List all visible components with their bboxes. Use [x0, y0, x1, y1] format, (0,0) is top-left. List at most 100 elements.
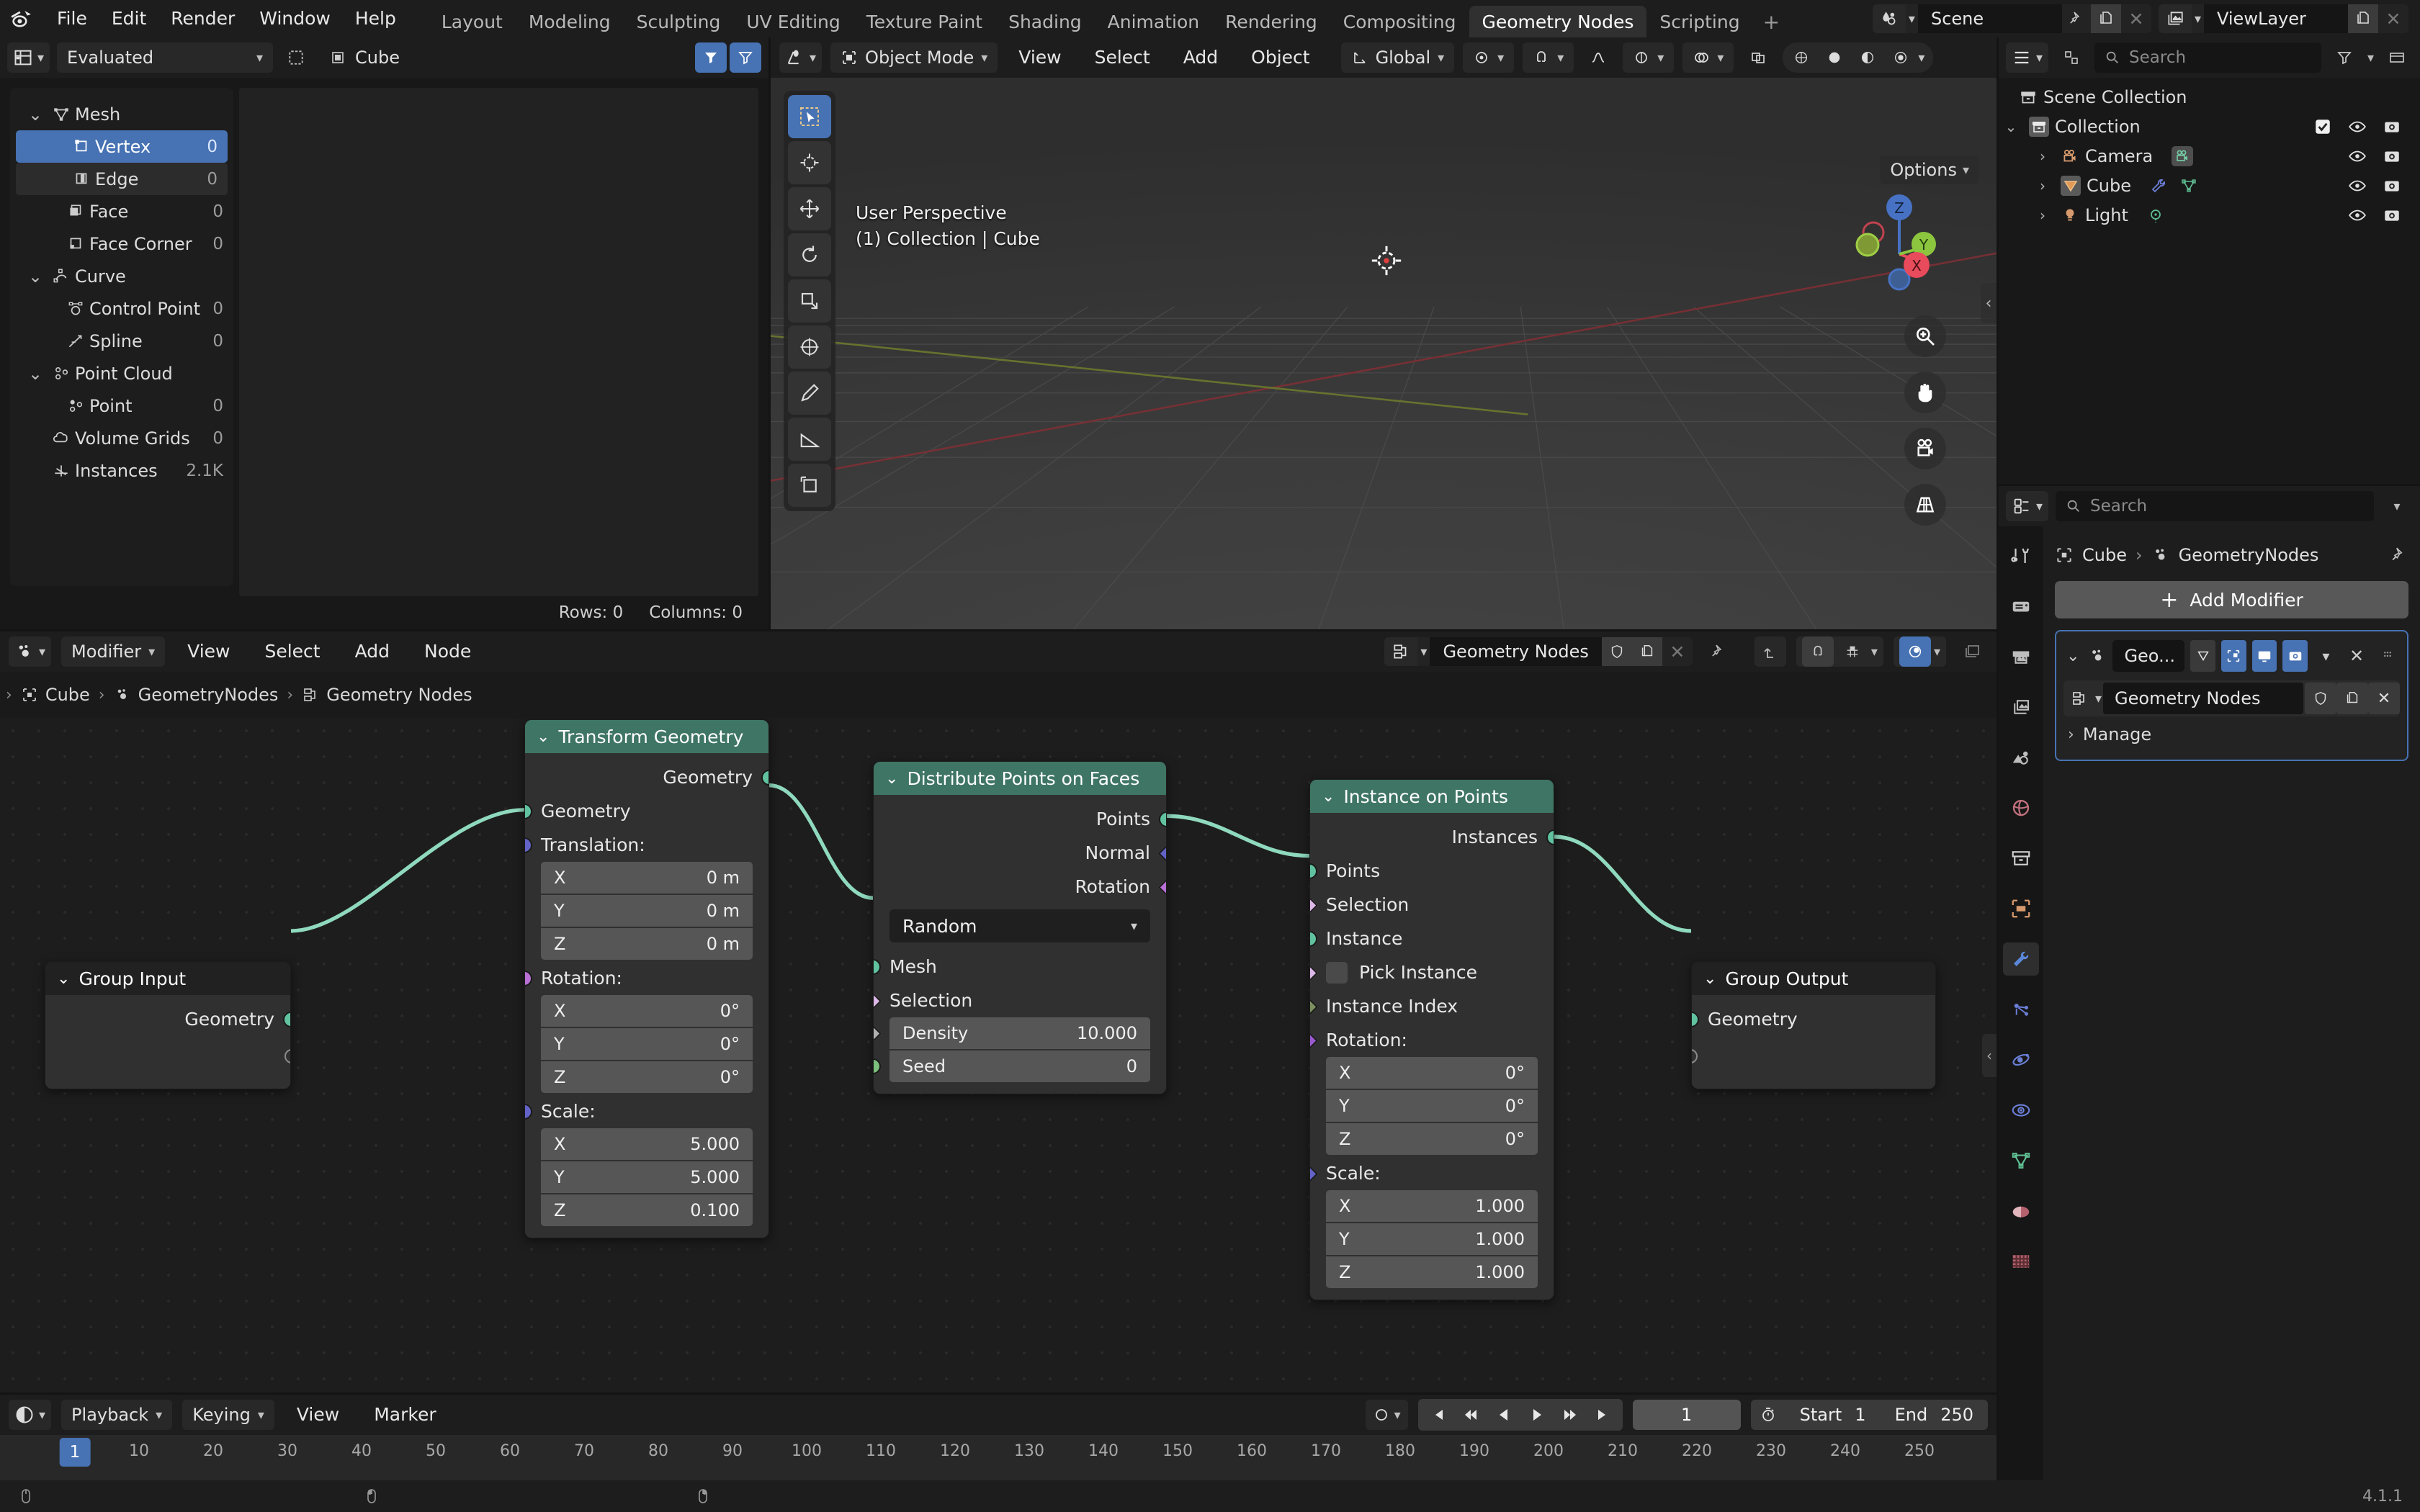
node-output-points[interactable]: Points: [874, 802, 1166, 836]
chevron-right-icon[interactable]: ›: [2068, 726, 2074, 744]
outliner-display-icon[interactable]: [2056, 42, 2087, 73]
playback-dropdown[interactable]: Playback▾: [61, 1400, 172, 1430]
node-output-normal[interactable]: Normal: [874, 836, 1166, 870]
spreadsheet-editor-type-button[interactable]: ▾: [7, 42, 50, 73]
node-output-row-virtual[interactable]: [45, 1036, 290, 1076]
node-snap-dropdown[interactable]: ▾: [1796, 636, 1883, 667]
rendered-shading-icon[interactable]: [1885, 42, 1917, 73]
outliner-row-cube[interactable]: › Cube: [1999, 171, 2420, 200]
workspace-tab-compositing[interactable]: Compositing: [1330, 6, 1469, 37]
menu-help[interactable]: Help: [343, 4, 408, 33]
menu-window[interactable]: Window: [247, 4, 343, 33]
distribute-method-dropdown[interactable]: Random ▾: [889, 909, 1150, 942]
node-transform-geometry[interactable]: ⌄ Transform Geometry Geometry: [524, 719, 769, 1238]
node-header[interactable]: ⌄ Transform Geometry: [525, 720, 768, 753]
solid-shading-icon[interactable]: [1819, 42, 1850, 73]
workspace-tab-animation[interactable]: Animation: [1095, 6, 1212, 37]
duplicate-nodetree-button[interactable]: [1632, 637, 1662, 666]
go-to-parent-icon[interactable]: [1754, 636, 1786, 667]
socket-points-input[interactable]: [1309, 863, 1317, 879]
add-modifier-button[interactable]: + Add Modifier: [2055, 581, 2408, 618]
rotation-x-field[interactable]: X0°: [1326, 1057, 1538, 1089]
viewport-menu-add[interactable]: Add: [1171, 43, 1230, 72]
new-collection-icon[interactable]: [2381, 42, 2413, 73]
snap-target-icon[interactable]: [1837, 636, 1868, 667]
scale-x-field[interactable]: X1.000: [1326, 1190, 1538, 1222]
viewport-overlays-dropdown[interactable]: ▾: [1682, 42, 1734, 73]
dataset-row-point[interactable]: Point 0: [10, 390, 233, 422]
data-tab[interactable]: [2003, 1144, 2039, 1177]
viewport-display-toggle[interactable]: [2252, 640, 2277, 672]
rotate-tool[interactable]: [788, 233, 831, 276]
chevron-down-icon[interactable]: ⌄: [885, 770, 898, 788]
light-data-icon[interactable]: [2147, 207, 2164, 224]
socket-normal-output[interactable]: [1158, 844, 1167, 863]
exclude-checkbox[interactable]: [2313, 117, 2332, 136]
node-input-scale[interactable]: Scale:: [1310, 1156, 1554, 1190]
translation-z-field[interactable]: Z0 m: [541, 928, 753, 960]
node-menu-add[interactable]: Add: [343, 637, 402, 666]
navigation-gizmo[interactable]: Z Y X: [1838, 186, 1960, 308]
chevron-down-icon[interactable]: ⌄: [23, 364, 48, 384]
outliner-editor-type-button[interactable]: ▾: [2006, 42, 2048, 73]
chevron-down-icon[interactable]: ⌄: [1322, 788, 1335, 806]
move-tool[interactable]: [788, 187, 831, 230]
constraints-tab[interactable]: [2003, 1094, 2039, 1127]
render-camera-icon[interactable]: [2383, 206, 2401, 225]
auto-keying-toggle[interactable]: ▾: [1366, 1400, 1408, 1430]
timeline-ruler[interactable]: 1 10 20 30 40 50 60 70 80 90 100 110 120…: [0, 1435, 1996, 1480]
proportional-edit-icon[interactable]: [1582, 42, 1614, 73]
wireframe-shading-icon[interactable]: [1785, 42, 1817, 73]
breadcrumb-nodetree[interactable]: Geometry Nodes: [302, 685, 472, 705]
output-tab[interactable]: [2003, 640, 2039, 673]
modifier-wrench-icon[interactable]: [2150, 177, 2167, 194]
node-header[interactable]: ⌄ Instance on Points: [1310, 780, 1554, 813]
duplicate-nodegroup-button[interactable]: [2336, 683, 2368, 714]
socket-rotation-input[interactable]: [1309, 1031, 1318, 1050]
workspace-tab-shading[interactable]: Shading: [995, 6, 1095, 37]
rotation-z-field[interactable]: Z0°: [541, 1061, 753, 1093]
pin-icon[interactable]: [2390, 546, 2408, 564]
blender-logo-icon[interactable]: [7, 3, 39, 35]
cursor-tool[interactable]: [788, 141, 831, 184]
node-input-scale[interactable]: Scale:: [525, 1094, 768, 1128]
dataset-row-curve[interactable]: ⌄ Curve: [10, 260, 233, 292]
viewport-editor-type-button[interactable]: ▾: [779, 42, 822, 73]
playhead[interactable]: 1: [60, 1438, 91, 1467]
frame-start-field[interactable]: Start 1: [1785, 1400, 1881, 1430]
render-display-toggle[interactable]: [2282, 640, 2308, 672]
collection-tab[interactable]: [2003, 842, 2039, 875]
chevron-down-icon[interactable]: ⌄: [1703, 970, 1716, 988]
chevron-right-icon[interactable]: ›: [2030, 207, 2055, 224]
node-header[interactable]: ⌄ Distribute Points on Faces: [874, 762, 1166, 795]
socket-selection-input[interactable]: [1309, 896, 1318, 915]
visibility-eye-icon[interactable]: [2348, 176, 2367, 195]
node-context-dropdown[interactable]: Modifier ▾: [61, 636, 165, 667]
socket-seed-input[interactable]: [873, 1058, 881, 1074]
workspace-tab-add[interactable]: +: [1753, 6, 1790, 37]
workspace-tab-texture-paint[interactable]: Texture Paint: [853, 6, 995, 37]
breadcrumb-modifier-name[interactable]: GeometryNodes: [2179, 545, 2319, 565]
chevron-down-icon[interactable]: ⌄: [23, 104, 48, 125]
node-output-row[interactable]: Geometry: [45, 1002, 290, 1036]
render-camera-icon[interactable]: [2383, 117, 2401, 136]
node-instance-on-points[interactable]: ⌄ Instance on Points Instances: [1309, 779, 1554, 1300]
shading-mode-group[interactable]: ▾: [1783, 42, 1933, 73]
node-input-mesh[interactable]: Mesh: [874, 950, 1166, 984]
node-input-selection[interactable]: Selection: [874, 984, 1166, 1017]
node-group-output[interactable]: ⌄ Group Output Geometry: [1691, 961, 1936, 1089]
measure-tool[interactable]: [788, 418, 831, 461]
socket-geometry-input[interactable]: [1691, 1012, 1699, 1027]
node-input-selection[interactable]: Selection: [1310, 888, 1554, 922]
pin-icon[interactable]: [1703, 636, 1734, 667]
socket-selection-input[interactable]: [873, 991, 882, 1011]
chevron-down-icon[interactable]: ▾: [2367, 50, 2374, 66]
modifier-extras-dropdown[interactable]: ▾: [2313, 640, 2339, 672]
scale-tool[interactable]: [788, 279, 831, 323]
new-scene-button[interactable]: [2091, 4, 2121, 33]
zoom-icon[interactable]: [1904, 315, 1946, 357]
viewport-menu-select[interactable]: Select: [1083, 43, 1162, 72]
remove-modifier-button[interactable]: ✕: [2344, 640, 2370, 672]
unlink-nodegroup-button[interactable]: ✕: [2368, 683, 2400, 714]
socket-rotation-output[interactable]: [1158, 878, 1167, 897]
